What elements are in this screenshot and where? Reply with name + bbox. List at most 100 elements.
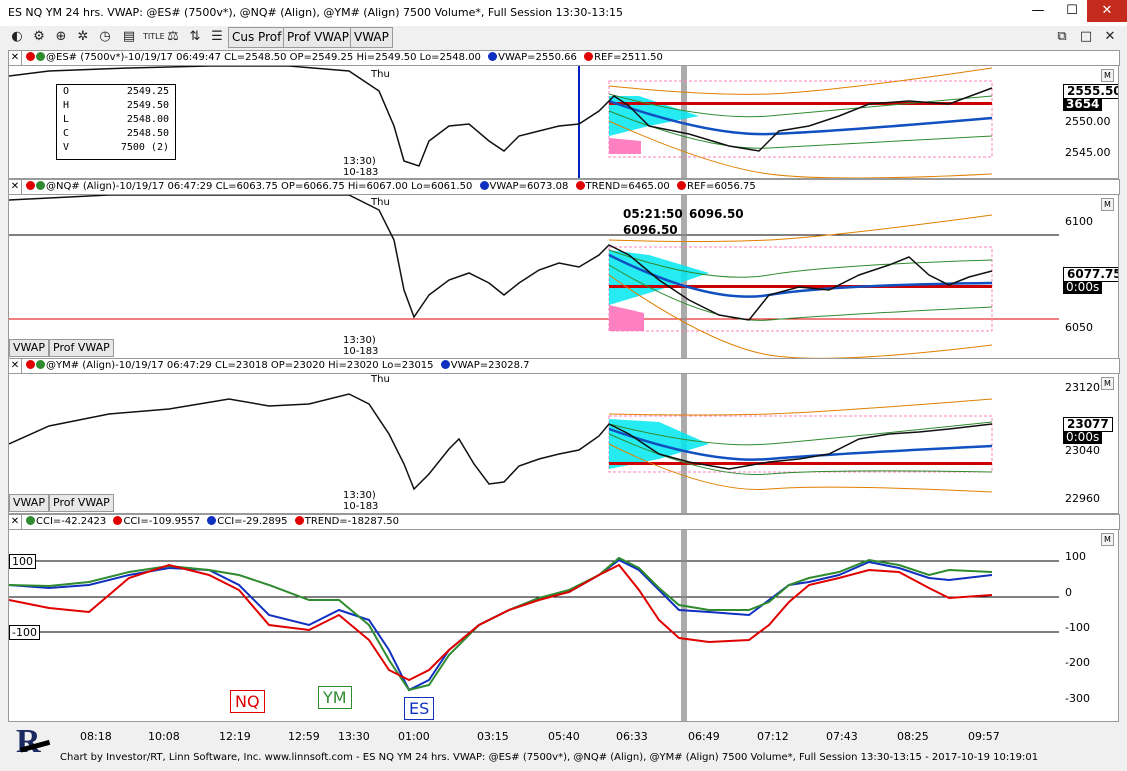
nq-red-dot[interactable] <box>26 181 35 190</box>
cci-trend-dot[interactable] <box>294 516 304 525</box>
nq-header-text: @NQ# (Align)-10/19/17 06:47:29 CL=6063.7… <box>46 181 473 192</box>
minimize-button[interactable]: — <box>1021 0 1055 22</box>
settings-icon[interactable]: ✲ <box>74 28 92 46</box>
ohlc-row-open: O 2549.25 <box>63 86 169 97</box>
cci-text-1: CCI=-42.2423 <box>36 516 107 527</box>
nq-close-icon[interactable]: ✕ <box>9 180 22 194</box>
nq-trend-dot[interactable] <box>575 181 585 190</box>
sliders-icon[interactable]: ☰ <box>208 28 226 46</box>
time-label: 12:59 <box>288 730 320 743</box>
restore-icon[interactable]: ⧉ <box>1053 28 1071 46</box>
es-pane-header: ✕ @ES# (7500v*)-10/19/17 06:49:47 CL=2548… <box>8 50 1120 66</box>
cci-chart[interactable]: 100 -100 NQ YM ES <box>8 529 1060 722</box>
nq-price-axis: M 6100 6077.75 0:00s 6050 <box>1059 194 1119 359</box>
nq-profile-box <box>608 246 993 332</box>
time-label: 06:33 <box>616 730 648 743</box>
nq-prof-vwap-button[interactable]: Prof VWAP <box>49 339 114 357</box>
cci-green-dot[interactable] <box>26 516 35 525</box>
ym-tick-3: 22960 <box>1065 492 1100 505</box>
ym-tick-2: 23040 <box>1065 444 1100 457</box>
es-session-time: 13:30) <box>343 156 376 167</box>
ym-countdown: 0:00s <box>1063 431 1103 444</box>
chart-icon[interactable]: ◐ <box>8 28 26 46</box>
ym-chart-svg <box>9 374 993 513</box>
es-ref-dot[interactable] <box>584 52 594 61</box>
es-green-dot[interactable] <box>36 52 45 61</box>
es-vwap-dot[interactable] <box>488 52 498 61</box>
ym-prof-vwap-button[interactable]: Prof VWAP <box>49 494 114 512</box>
es-price-axis: M 2555.50 3654 2550.00 2545.00 <box>1059 65 1119 179</box>
ym-price-line <box>9 393 993 491</box>
ym-pane-header: ✕ @YM# (Align)-10/19/17 06:47:29 CL=23018… <box>8 358 1120 374</box>
nq-chart-svg <box>9 195 1059 358</box>
legend-es: ES <box>404 697 435 720</box>
time-label: 10:08 <box>148 730 180 743</box>
title-icon[interactable]: TITLE <box>143 28 165 46</box>
zoom-icon[interactable]: ⊕ <box>52 28 70 46</box>
prof-vwap-button[interactable]: Prof VWAP <box>283 27 353 48</box>
close-pane-icon[interactable]: ✕ <box>1101 28 1119 46</box>
ym-chart[interactable]: Thu 13:30) 10-183 VWAP Prof VWAP <box>8 373 1060 514</box>
nq-green-dot[interactable] <box>36 181 45 190</box>
gear-icon[interactable]: ⚙ <box>30 28 48 46</box>
ym-red-dot[interactable] <box>26 360 35 369</box>
ym-green-dot[interactable] <box>36 360 45 369</box>
nq-session-time: 13:30) <box>343 335 376 346</box>
es-red-dot[interactable] <box>26 52 35 61</box>
time-label: 01:00 <box>398 730 430 743</box>
bars-icon[interactable]: ▤ <box>120 28 138 46</box>
cci-blue-dot[interactable] <box>207 516 217 525</box>
es-close-icon[interactable]: ✕ <box>9 51 22 65</box>
linn-logo: R <box>14 720 52 764</box>
es-chart[interactable]: O 2549.25 H 2549.50 L 2548.00 C 2548.50 V 750… <box>8 65 1060 179</box>
nq-price-line <box>9 195 993 321</box>
cci-tick-5: -300 <box>1065 692 1090 705</box>
ohlc-row-high: H 2549.50 <box>63 100 169 111</box>
logo-svg: R <box>16 723 51 760</box>
svg-text:R: R <box>16 723 41 760</box>
nq-vwap-button[interactable]: VWAP <box>9 339 49 357</box>
es-vwap-text: VWAP=2550.66 <box>498 52 577 63</box>
nq-m-button[interactable]: M <box>1101 198 1114 211</box>
ym-vwap-dot[interactable] <box>440 360 450 369</box>
vwap-button[interactable]: VWAP <box>350 27 393 48</box>
nq-chart[interactable]: 05:21:50 6096.50 6096.50 Thu 13:30) 10-1… <box>8 194 1060 359</box>
nq-countdown: 0:00s <box>1063 281 1103 294</box>
ym-m-button[interactable]: M <box>1101 377 1114 390</box>
window-title: ES NQ YM 24 hrs. VWAP: @ES# (7500v*), @N… <box>8 6 624 19</box>
scales-icon[interactable]: ⚖ <box>164 28 182 46</box>
cci-green-line <box>9 556 993 692</box>
time-label: 08:18 <box>80 730 112 743</box>
cci-text-2: CCI=-109.9557 <box>123 516 201 527</box>
ym-header-text: @YM# (Align)-10/19/17 06:47:29 CL=23018 … <box>46 360 434 371</box>
nq-ref-dot[interactable] <box>676 181 686 190</box>
cus-prof-button[interactable]: Cus Prof <box>228 27 286 48</box>
cci-close-icon[interactable]: ✕ <box>9 515 22 529</box>
maximize-pane-icon[interactable]: □ <box>1077 28 1095 46</box>
cci-red-dot[interactable] <box>113 516 123 525</box>
nq-vwap-dot[interactable] <box>479 181 489 190</box>
nq-cursor-time: 05:21:50 <box>623 207 683 221</box>
time-label: 06:49 <box>688 730 720 743</box>
cci-m-button[interactable]: M <box>1101 533 1114 546</box>
ohlc-box: O 2549.25 H 2549.50 L 2548.00 C 2548.50 V 750… <box>56 84 176 160</box>
nq-trend-text: TREND=6465.00 <box>585 181 670 192</box>
status-bar: Chart by Investor/RT, Linn Software, Inc… <box>60 752 1039 763</box>
es-ref-text: REF=2511.50 <box>594 52 663 63</box>
cci-tick-1: 100 <box>1065 550 1086 563</box>
nq-tick-2: 6050 <box>1065 321 1093 334</box>
time-label: 08:25 <box>897 730 929 743</box>
ym-vwap-button[interactable]: VWAP <box>9 494 49 512</box>
time-label: 13:30 <box>338 730 370 743</box>
ym-tick-1: 23120 <box>1065 381 1100 394</box>
ym-day-label: Thu <box>371 374 390 385</box>
ym-price-axis: M 23120 23077 0:00s 23040 22960 <box>1059 373 1119 514</box>
time-axis: 08:18 10:08 12:19 12:59 13:30 01:00 03:1… <box>8 720 1058 748</box>
clock-icon[interactable]: ◷ <box>96 28 114 46</box>
es-m-button[interactable]: M <box>1101 69 1114 82</box>
legend-ym: YM <box>318 686 352 709</box>
ym-close-icon[interactable]: ✕ <box>9 359 22 373</box>
close-button[interactable]: ✕ <box>1087 0 1127 22</box>
compare-icon[interactable]: ⇅ <box>186 28 204 46</box>
maximize-button[interactable]: ☐ <box>1055 0 1089 22</box>
